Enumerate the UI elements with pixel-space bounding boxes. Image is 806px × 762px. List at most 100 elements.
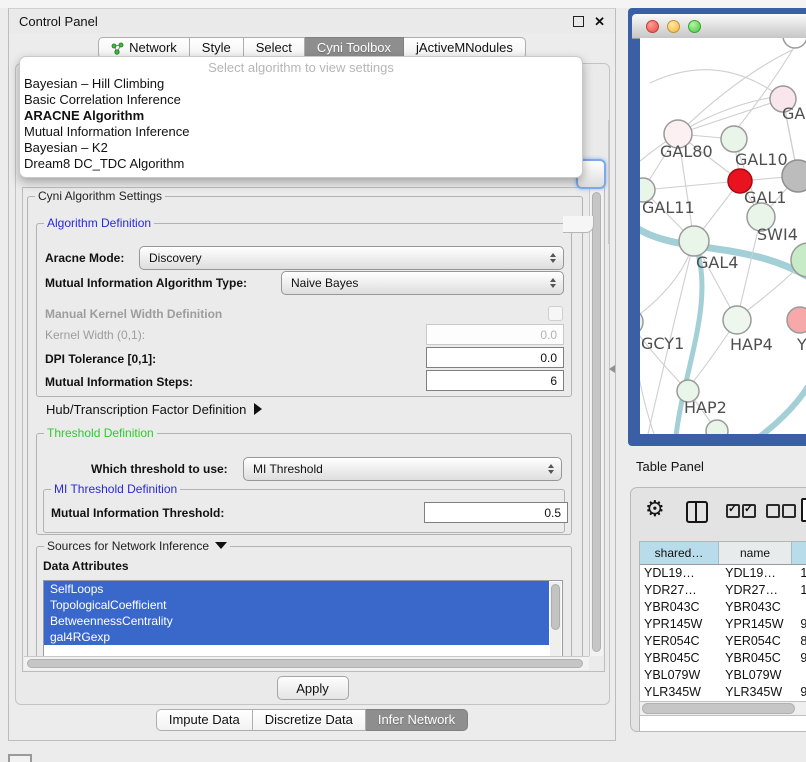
tab-label: Impute Data <box>169 710 240 730</box>
scrollbar-thumb[interactable] <box>27 659 583 668</box>
node-label-gal4: GAL4 <box>696 253 738 272</box>
table-row[interactable]: YBL079WYBL079W <box>640 667 806 684</box>
data-attributes-label: Data Attributes <box>43 559 129 573</box>
aracne-mode-value: Discovery <box>149 251 202 265</box>
network-window-titlebar <box>632 14 806 39</box>
sources-group-title[interactable]: Sources for Network Inference <box>44 539 230 553</box>
attribute-item-gal4rgexp[interactable]: gal4RGexp <box>44 629 549 645</box>
node-gal10[interactable] <box>721 126 747 152</box>
column-header-name[interactable]: name <box>719 542 792 564</box>
table-cell: YBR043C <box>640 599 721 616</box>
node-hap4[interactable] <box>723 306 751 334</box>
attribute-item-selfloops[interactable]: SelfLoops <box>44 581 549 597</box>
network-canvas[interactable]: GALGAL80GAL10GAL1GAL11SWI4GAL4GCY1HAP4YH… <box>640 38 806 434</box>
kernel-width-label: Kernel Width (0,1): <box>45 328 145 342</box>
node-salmon[interactable] <box>787 307 806 333</box>
table-row[interactable]: YBR043CYBR043C <box>640 599 806 616</box>
table-cell: YBR045C <box>640 650 721 667</box>
bottom-tab-infer-network[interactable]: Infer Network <box>366 709 468 731</box>
threshold-definition-group: Threshold Definition Which threshold to … <box>36 433 572 535</box>
aracne-mode-label: Aracne Mode: <box>45 251 124 265</box>
panel-edge-line <box>608 120 609 244</box>
settings-scroll-pane: Cyni Algorithm Settings Algorithm Defini… <box>22 187 605 672</box>
column-header-partial[interactable] <box>792 542 806 564</box>
tab-label: Cyni Toolbox <box>317 38 391 58</box>
aracne-mode-select[interactable]: Discovery <box>139 246 564 270</box>
top-strip <box>0 0 806 8</box>
network-icon <box>111 42 124 55</box>
table-row[interactable]: YDR27…YDR27…12 <box>640 582 806 599</box>
tab-label: Infer Network <box>378 710 455 730</box>
cyni-settings-group-title: Cyni Algorithm Settings <box>35 189 165 203</box>
attribute-item-topologicalcoefficient[interactable]: TopologicalCoefficient <box>44 597 549 613</box>
float-icon[interactable] <box>573 16 584 27</box>
close-traffic-light-icon[interactable] <box>646 20 659 33</box>
column-header-shared[interactable]: shared… <box>640 542 719 564</box>
mi-threshold-label: Mutual Information Threshold: <box>51 506 224 520</box>
table-cell: YDL19… <box>721 565 796 582</box>
cyni-algorithm-settings-group: Cyni Algorithm Settings Algorithm Defini… <box>27 196 583 658</box>
mi-algorithm-type-select[interactable]: Naive Bayes <box>281 271 564 295</box>
settings-horizontal-scrollbar[interactable] <box>24 656 589 670</box>
table-cell: 9. <box>796 650 806 667</box>
table-row[interactable]: YER054CYER054C8. <box>640 633 806 650</box>
manual-kernel-width-checkbox[interactable] <box>548 306 563 321</box>
settings-vertical-scrollbar[interactable] <box>589 189 603 656</box>
stepper-arrows-icon <box>548 464 554 474</box>
split-columns-icon[interactable] <box>686 501 708 523</box>
zoom-traffic-light-icon[interactable] <box>688 20 701 33</box>
checked-checkbox-icon[interactable] <box>742 504 756 518</box>
table-row[interactable]: YBR045CYBR045C9. <box>640 650 806 667</box>
bottom-tab-discretize-data[interactable]: Discretize Data <box>253 709 366 731</box>
hub-transcription-factor-label: Hub/Transcription Factor Definition <box>46 402 246 417</box>
mi-threshold-definition-title: MI Threshold Definition <box>51 482 180 496</box>
table-cell: YBR045C <box>721 650 796 667</box>
table-cell: YER054C <box>721 633 796 650</box>
page-icon[interactable] <box>801 498 806 522</box>
node-label-gal: GAL <box>782 104 806 123</box>
kernel-width-field[interactable]: 0.0 <box>426 324 564 345</box>
table-cell: 9. <box>796 616 806 633</box>
unchecked-checkbox-icon[interactable] <box>782 504 796 518</box>
bottom-tab-bar: Impute Data Discretize Data Infer Network <box>9 709 615 731</box>
which-threshold-select[interactable]: MI Threshold <box>243 457 562 481</box>
algorithm-option-aracne-algorithm[interactable]: ARACNE Algorithm <box>20 108 582 124</box>
sources-group: Sources for Network Inference Data Attri… <box>36 546 572 658</box>
node-partial-bottom[interactable] <box>706 420 728 434</box>
table-horizontal-scrollbar[interactable] <box>639 701 806 716</box>
dpi-tolerance-field[interactable]: 0.0 <box>426 347 564 368</box>
close-icon[interactable]: ✕ <box>594 17 605 26</box>
algorithm-option-bayesian-k2[interactable]: Bayesian – K2 <box>20 140 582 156</box>
table-row[interactable]: YPR145WYPR145W9. <box>640 616 806 633</box>
hub-transcription-factor-toggle[interactable]: Hub/Transcription Factor Definition <box>46 402 262 417</box>
scrollbar-thumb[interactable] <box>551 584 560 630</box>
groupbox-fragment <box>563 216 594 233</box>
tab-label: Discretize Data <box>265 710 353 730</box>
data-attributes-list: SelfLoopsTopologicalCoefficientBetweenne… <box>43 580 563 659</box>
scrollbar-thumb[interactable] <box>642 703 795 714</box>
algorithm-option-bayesian-hill-climbing[interactable]: Bayesian – Hill Climbing <box>20 76 582 92</box>
table-row[interactable]: YLR345WYLR345W9. <box>640 684 806 701</box>
checked-checkbox-icon[interactable] <box>726 504 740 518</box>
table-cell: YLR345W <box>721 684 796 701</box>
algorithm-option-basic-correlation-inference[interactable]: Basic Correlation Inference <box>20 92 582 108</box>
algorithm-option-mutual-information-inference[interactable]: Mutual Information Inference <box>20 124 582 140</box>
node-label-gcy1: GCY1 <box>641 334 684 353</box>
minimize-traffic-light-icon[interactable] <box>667 20 680 33</box>
table-cell: YDR27… <box>640 582 721 599</box>
scrollbar-thumb[interactable] <box>592 192 601 652</box>
panel-collapse-arrow-icon[interactable] <box>609 365 615 373</box>
attribute-item-betweennesscentrality[interactable]: BetweennessCentrality <box>44 613 549 629</box>
node-partial-top[interactable] <box>783 38 806 48</box>
settings-gear-icon[interactable]: ⚙ <box>645 496 665 522</box>
bottom-tab-impute-data[interactable]: Impute Data <box>156 709 253 731</box>
unchecked-checkbox-icon[interactable] <box>766 504 780 518</box>
mi-threshold-field[interactable]: 0.5 <box>424 502 568 523</box>
mi-steps-field[interactable]: 6 <box>426 370 564 391</box>
apply-button[interactable]: Apply <box>277 676 349 700</box>
algorithm-option-dream8-dc-tdc-algorithm[interactable]: Dream8 DC_TDC Algorithm <box>20 156 582 172</box>
list-vertical-scrollbar[interactable] <box>550 582 561 658</box>
table-row[interactable]: YDL19…YDL19…13 <box>640 565 806 582</box>
node-gal4[interactable] <box>679 226 709 256</box>
collapse-down-icon <box>215 542 227 549</box>
